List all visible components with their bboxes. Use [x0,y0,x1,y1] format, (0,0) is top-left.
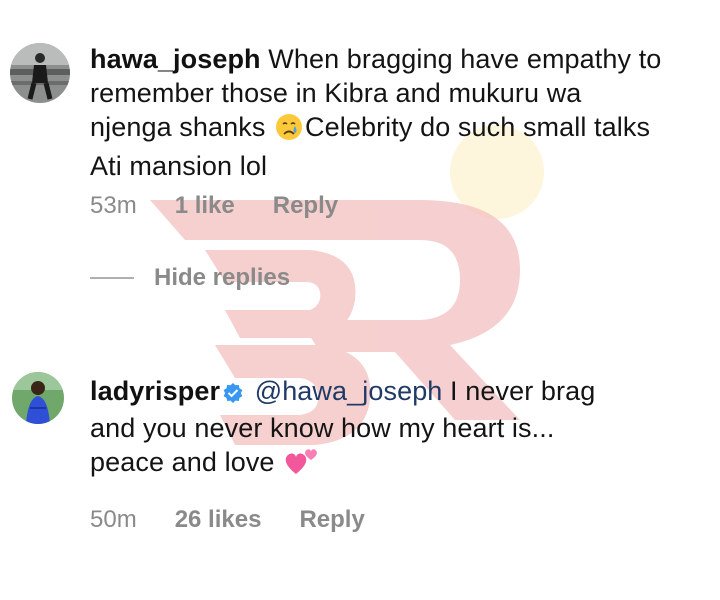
comment-line: njenga shanks [90,112,266,142]
likes-count[interactable]: 26 likes [175,506,262,534]
username[interactable]: hawa_joseph [90,44,261,74]
timestamp: 53m [90,192,137,219]
hide-replies-button[interactable]: Hide replies [90,264,290,292]
comment-line: I never brag [450,376,596,406]
comment-text: ladyrisper @hawa_joseph I never brag and… [90,374,710,484]
comment-text: hawa_joseph When bragging have empathy t… [90,42,710,183]
avatar-photo-icon [12,372,64,424]
reply-button[interactable]: Reply [273,192,338,220]
avatar[interactable] [10,43,70,103]
avatar-photo-icon [10,43,70,103]
comment-meta: 50m 26 likes Reply [90,506,403,534]
verified-badge-icon [223,377,243,411]
avatar[interactable] [12,372,64,424]
hide-replies-label: Hide replies [154,264,291,291]
comment-line: When bragging have empathy to [268,44,662,74]
likes-count[interactable]: 1 like [175,192,235,220]
comment-line: Ati mansion lol [90,151,268,181]
two-hearts-emoji-icon [284,446,320,484]
comment-line: and you never know how my heart is... [90,413,555,443]
username[interactable]: ladyrisper [90,376,220,406]
mention-link[interactable]: @hawa_joseph [255,376,443,406]
reply-button[interactable]: Reply [299,506,364,534]
comment-line: remember those in Kibra and mukuru wa [90,78,582,108]
comment-line: peace and love [90,447,275,477]
comment-line: Celebrity do such small talks [305,112,651,142]
divider [90,277,134,279]
crying-face-emoji-icon [275,113,303,149]
timestamp: 50m [90,506,137,533]
comment-meta: 53m 1 like Reply [90,192,376,220]
